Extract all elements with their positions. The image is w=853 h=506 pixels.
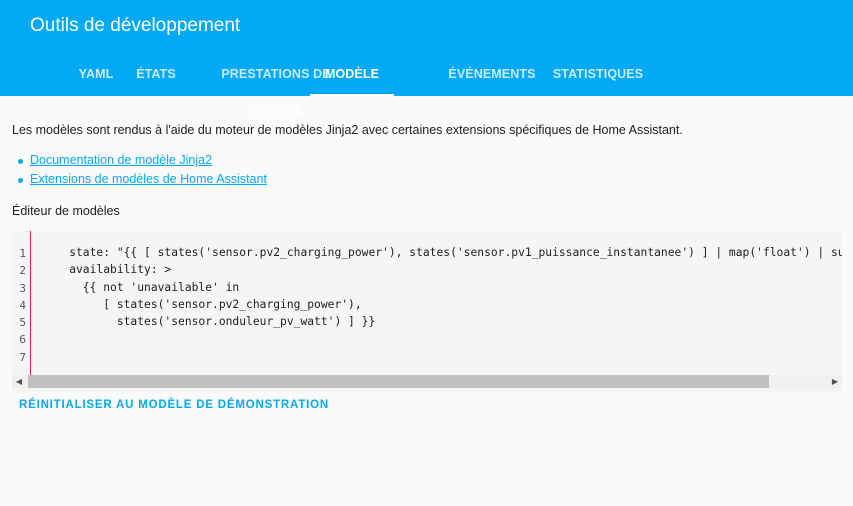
link-list: Documentation de modèle Jinja2 Extension… [18, 153, 267, 191]
tab-bar: YAML ÉTATS PRESTATIONS DE SERVICE MODÈLE… [0, 56, 853, 117]
gutter-marker [30, 231, 31, 375]
line-number: 4 [19, 299, 26, 312]
code-line: state: "{{ [ states('sensor.pv2_charging… [42, 246, 842, 259]
app-header: Outils de développement YAML ÉTATS PREST… [0, 0, 853, 117]
line-number: 1 [19, 247, 26, 260]
line-number: 3 [19, 282, 26, 295]
tab-yaml[interactable]: YAML [72, 56, 120, 96]
code-area[interactable]: state: "{{ [ states('sensor.pv2_charging… [42, 231, 842, 375]
code-line: [ states('sensor.pv2_charging_power'), [42, 298, 362, 311]
scroll-left-icon[interactable]: ◀ [12, 375, 26, 388]
line-number: 7 [19, 351, 26, 364]
editor-label: Éditeur de modèles [12, 204, 120, 218]
ha-extensions-link[interactable]: Extensions de modèles de Home Assistant [30, 172, 267, 186]
template-editor[interactable]: 1 2 3 4 5 6 7 state: "{{ [ states('senso… [12, 231, 842, 392]
list-item: Documentation de modèle Jinja2 [18, 153, 267, 172]
tab-modele[interactable]: MODÈLE [310, 56, 394, 96]
reset-template-button[interactable]: RÉINITIALISER AU MODÈLE DE DÉMONSTRATION [19, 399, 329, 411]
jinja2-docs-link[interactable]: Documentation de modèle Jinja2 [30, 153, 212, 167]
tab-statistiques[interactable]: STATISTIQUES [548, 56, 648, 96]
scroll-right-icon[interactable]: ▶ [828, 375, 842, 388]
horizontal-scrollbar[interactable]: ◀ ▶ [12, 375, 842, 388]
line-number: 5 [19, 316, 26, 329]
line-gutter: 1 2 3 4 5 6 7 [12, 231, 30, 375]
list-item: Extensions de modèles de Home Assistant [18, 172, 267, 191]
page-title: Outils de développement [30, 15, 241, 36]
tab-evenements[interactable]: ÉVÉNEMENTS [444, 56, 540, 96]
tab-etats[interactable]: ÉTATS [128, 56, 184, 96]
line-number: 2 [19, 264, 26, 277]
code-line: availability: > [42, 263, 172, 276]
code-line: {{ not 'unavailable' in [42, 281, 240, 294]
code-line: states('sensor.onduleur_pv_watt') ] }} [42, 315, 376, 328]
scrollbar-thumb[interactable] [28, 375, 769, 388]
intro-text: Les modèles sont rendus à l'aide du mote… [12, 123, 683, 137]
line-number: 6 [19, 333, 26, 346]
